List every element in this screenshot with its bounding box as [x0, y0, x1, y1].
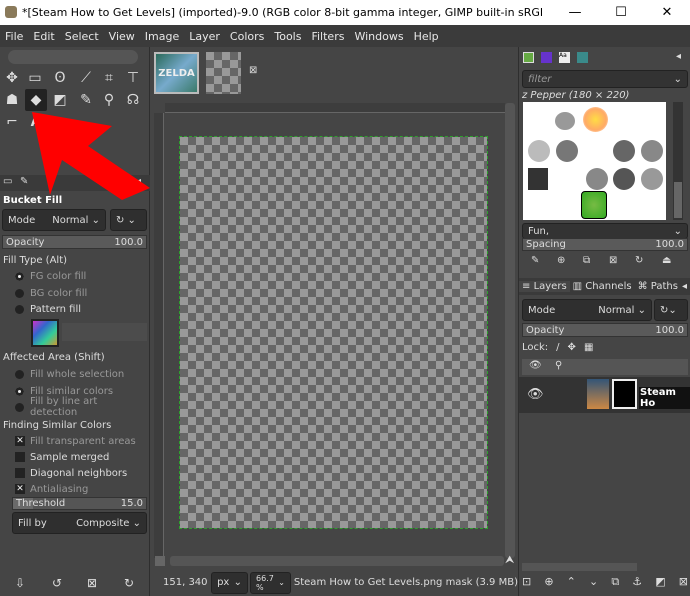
red-arrow-annotation	[32, 112, 150, 200]
red-arrow-icon	[32, 112, 150, 200]
